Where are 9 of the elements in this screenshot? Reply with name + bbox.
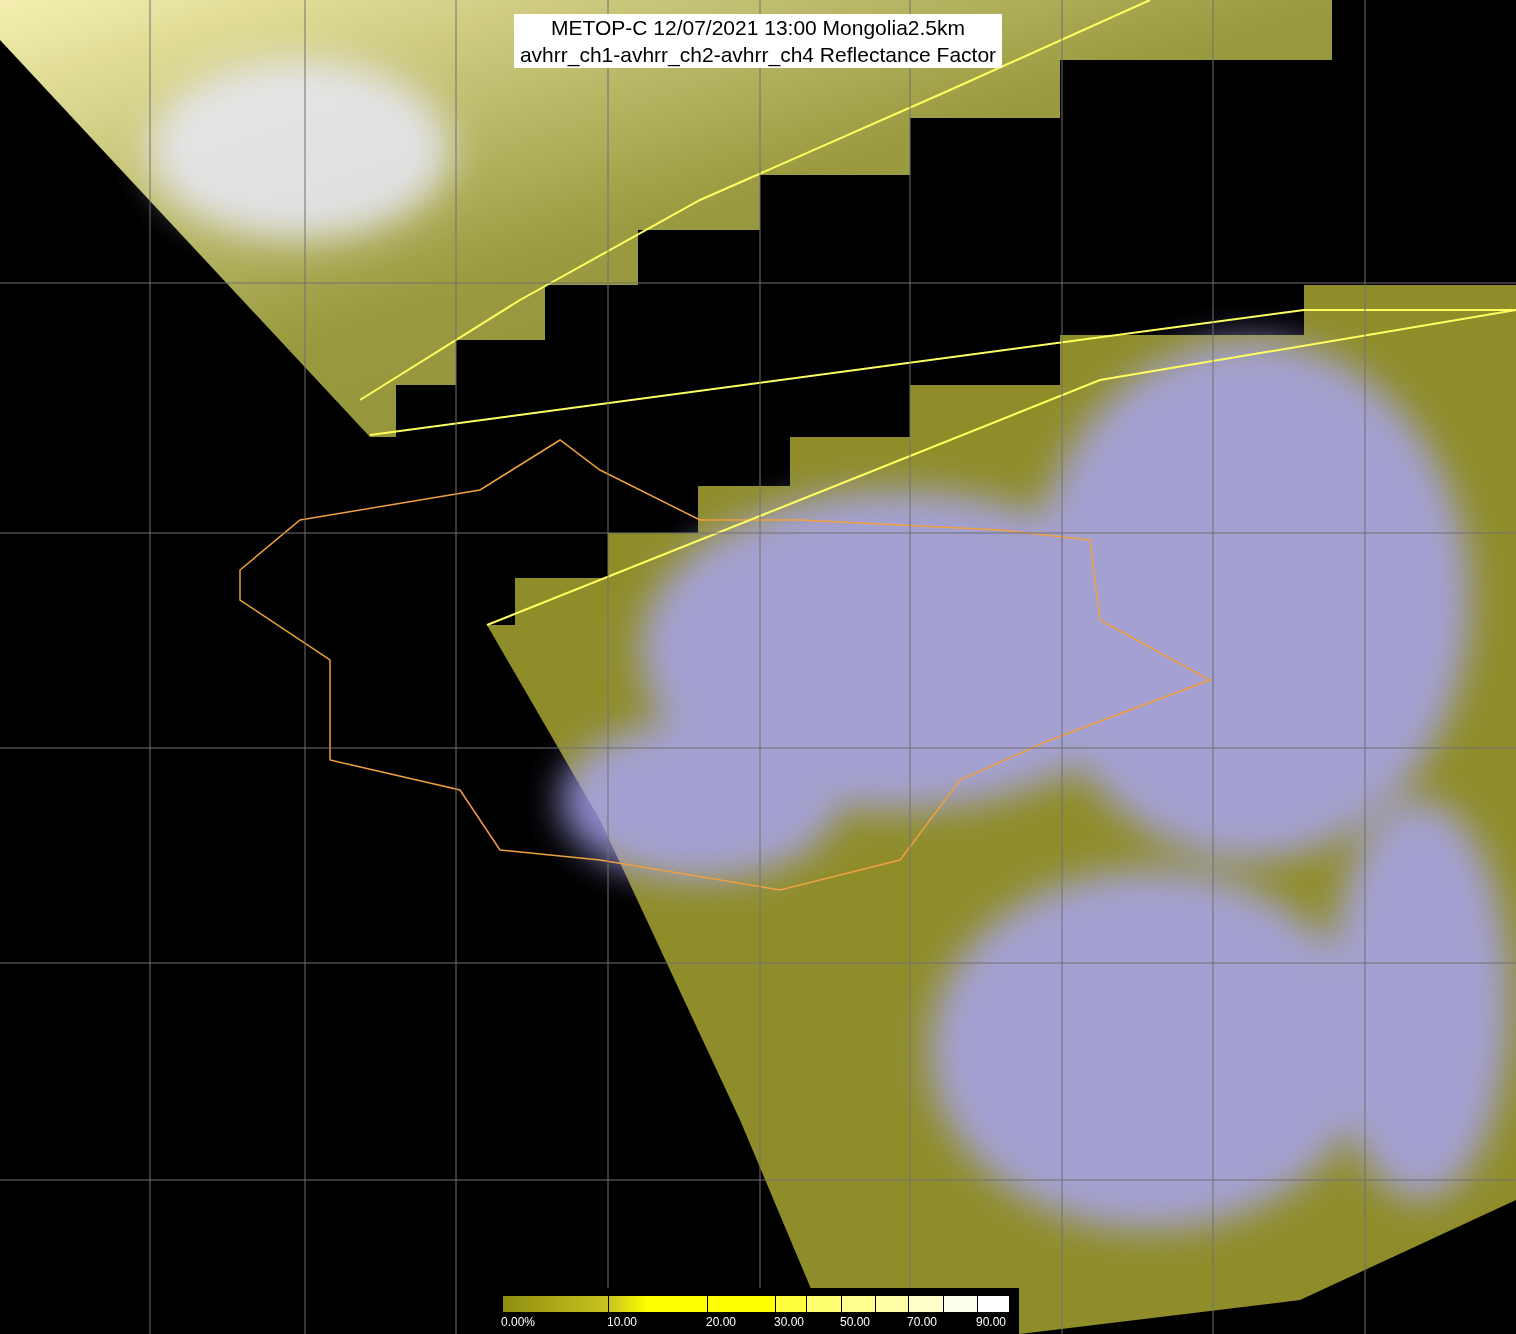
colorbar-tick-label: 0.00% (501, 1315, 536, 1329)
title-line: METOP-C 12/07/2021 13:00 Mongolia2.5km (551, 15, 965, 41)
title-line: avhrr_ch1-avhrr_ch2-avhrr_ch4 Reflectance Factor (519, 42, 997, 68)
colorbar-tick-label: 20.00 (706, 1315, 737, 1329)
colorbar-tick-label: 70.00 (907, 1315, 938, 1329)
colorbar-tick-label: 50.00 (840, 1315, 871, 1329)
colorbar-tick-label: 30.00 (774, 1315, 805, 1329)
colorbar-tick-label: 10.00 (607, 1315, 638, 1329)
colorbar-tick-label: 90.00 (976, 1315, 1007, 1329)
